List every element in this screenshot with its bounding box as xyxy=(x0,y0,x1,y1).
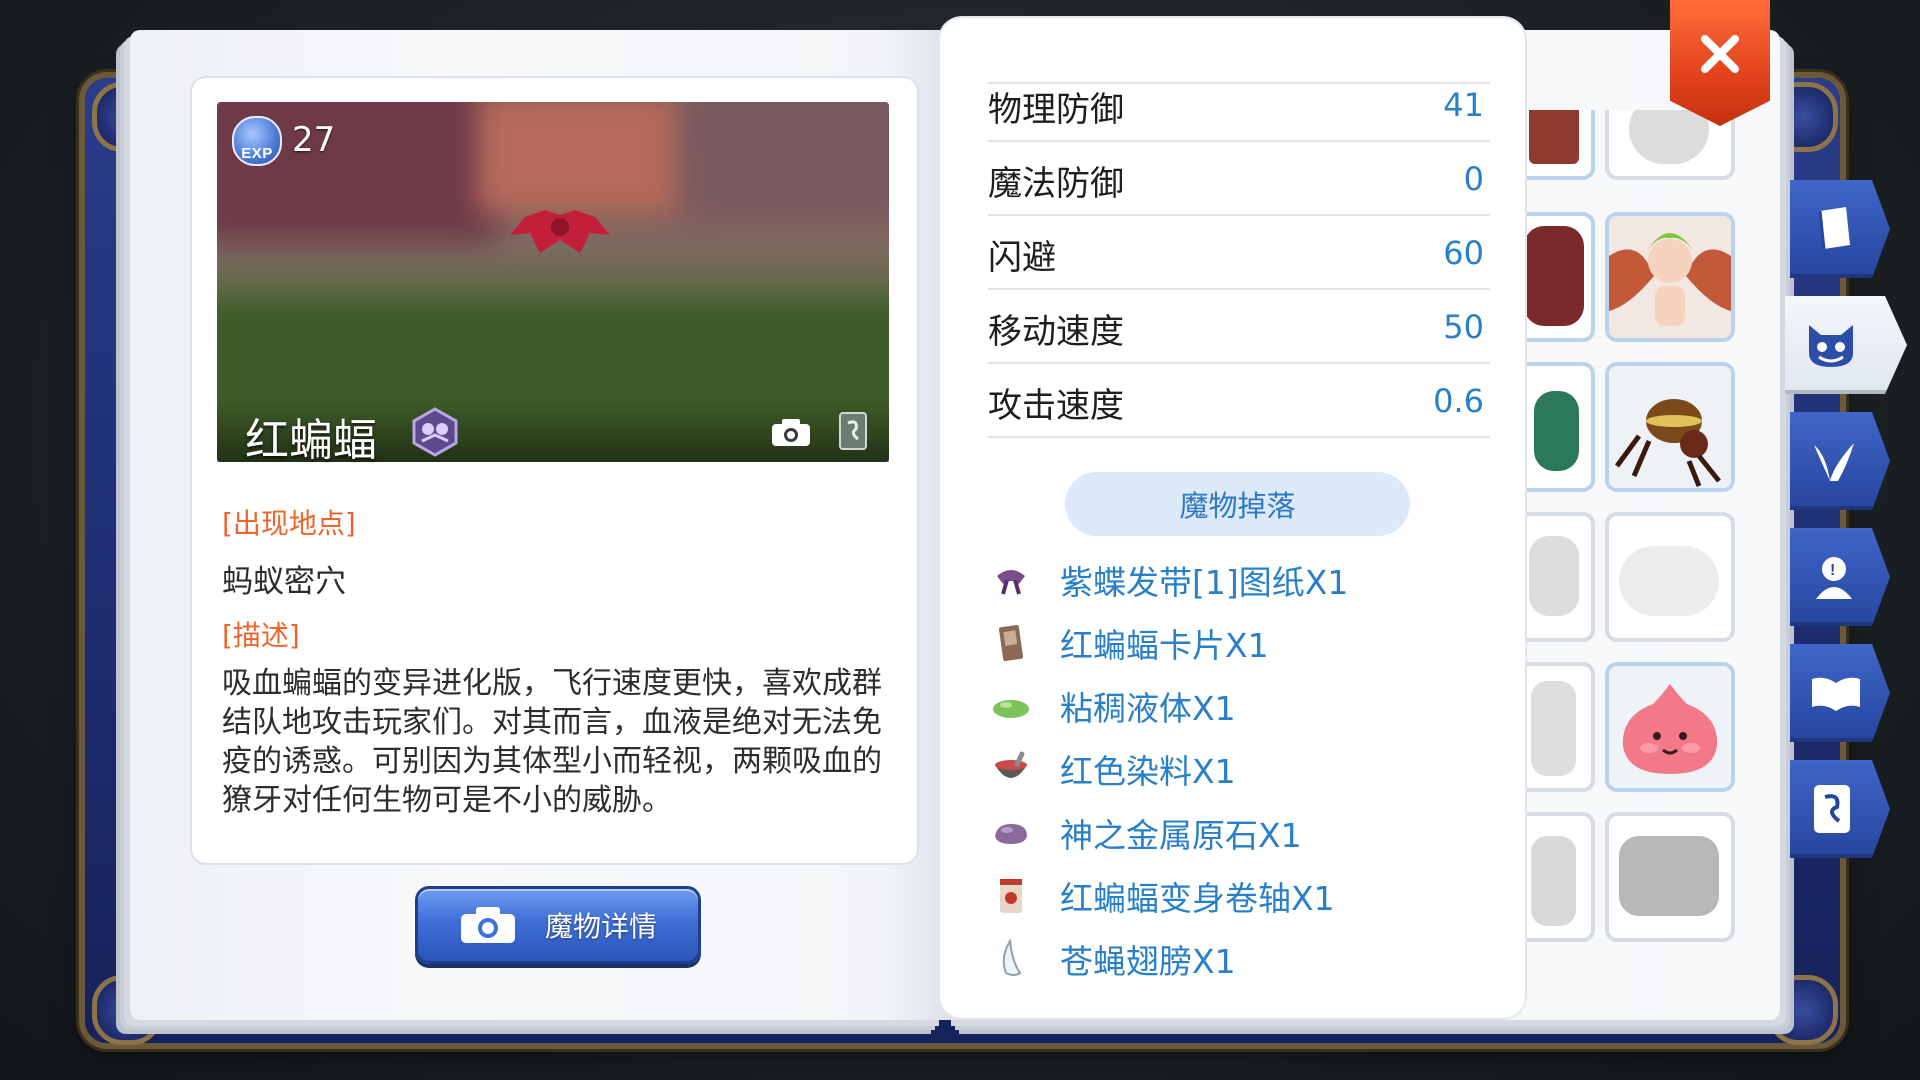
open-book-icon xyxy=(1812,677,1860,711)
close-icon xyxy=(1701,35,1739,73)
monster-tile[interactable] xyxy=(1605,512,1735,642)
stat-row: 物理防御 41 xyxy=(988,66,1490,142)
description-text: 吸血蝙蝠的变异进化版，飞行速度更快，喜欢成群结队地攻击玩家们。对其而言，血液是绝… xyxy=(222,666,882,818)
drop-item[interactable]: 苍蝇翅膀X1 xyxy=(990,931,1236,987)
monster-name: 红蝙蝠 xyxy=(245,415,377,466)
stat-name: 闪避 xyxy=(988,238,1056,278)
location-value: 蚂蚁密穴 xyxy=(222,564,346,600)
stat-value: 60 xyxy=(1443,234,1484,272)
monster-grid xyxy=(1525,110,1755,960)
slime-icon xyxy=(990,685,1032,727)
drop-item-label: 神之金属原石X1 xyxy=(1060,816,1302,855)
drop-item-label: 紫蝶发带[1]图纸X1 xyxy=(1060,563,1349,602)
stat-value: 41 xyxy=(1443,86,1484,124)
monster-tile[interactable] xyxy=(1605,362,1735,492)
monster-tile[interactable] xyxy=(1525,512,1595,642)
stat-row: 攻击速度 0.6 xyxy=(988,362,1490,438)
dye-bowl-icon xyxy=(990,748,1032,790)
drop-item-label: 粘稠液体X1 xyxy=(1060,689,1236,728)
drop-item[interactable]: 神之金属原石X1 xyxy=(990,805,1302,861)
monster-tile[interactable] xyxy=(1605,662,1735,792)
monster-tile[interactable] xyxy=(1605,212,1735,342)
svg-text:!: ! xyxy=(1830,562,1835,579)
stat-value: 0.6 xyxy=(1433,382,1484,420)
scroll-icon xyxy=(990,875,1032,917)
stat-value: 50 xyxy=(1443,308,1484,346)
monster-tile[interactable] xyxy=(1525,212,1595,342)
monster-tile[interactable] xyxy=(1525,662,1595,792)
drop-item[interactable]: 红蝙蝠卡片X1 xyxy=(990,615,1269,671)
monster-detail-button-label: 魔物详情 xyxy=(544,910,657,943)
drop-item[interactable]: 红色染料X1 xyxy=(990,741,1236,797)
stat-row: 魔法防御 0 xyxy=(988,140,1490,216)
drop-item[interactable]: 红蝙蝠变身卷轴X1 xyxy=(990,868,1335,924)
card-icon xyxy=(1814,785,1850,833)
red-bat-sprite xyxy=(510,210,610,253)
wing-icon xyxy=(990,938,1032,980)
side-tab-npc[interactable]: ! xyxy=(1790,528,1890,626)
drop-item-label: 红色染料X1 xyxy=(1060,752,1236,791)
cat-face-icon xyxy=(1809,325,1853,367)
monster-tile[interactable] xyxy=(1525,110,1595,180)
description-label: [描述] xyxy=(222,619,300,652)
drops-header: 魔物掉落 xyxy=(1065,472,1410,536)
exp-icon: EXP xyxy=(232,116,282,166)
side-tab-open-book[interactable] xyxy=(1790,644,1890,742)
drop-item-label: 红蝙蝠卡片X1 xyxy=(1060,626,1269,665)
side-tab-card[interactable] xyxy=(1790,760,1890,858)
side-tab-monster[interactable] xyxy=(1785,296,1907,394)
horns-icon xyxy=(1814,443,1854,481)
drop-item[interactable]: 紫蝶发带[1]图纸X1 xyxy=(990,552,1348,608)
book-icon xyxy=(1818,207,1850,250)
monster-detail-button[interactable]: 魔物详情 xyxy=(415,886,701,964)
stat-name: 魔法防御 xyxy=(988,164,1124,204)
close-button[interactable] xyxy=(1670,0,1770,126)
exp-value: 27 xyxy=(292,120,336,160)
ore-icon xyxy=(990,812,1032,854)
card-icon xyxy=(990,622,1032,664)
race-icon xyxy=(412,407,458,457)
monster-tile[interactable] xyxy=(1525,362,1595,492)
stat-name: 移动速度 xyxy=(988,312,1124,352)
stat-name: 攻击速度 xyxy=(988,386,1124,426)
monster-tile[interactable] xyxy=(1605,812,1735,942)
stat-value: 0 xyxy=(1463,160,1484,198)
card-icon[interactable] xyxy=(838,411,868,451)
drop-item-label: 苍蝇翅膀X1 xyxy=(1060,942,1236,981)
exp-badge-label: EXP xyxy=(241,145,273,162)
camera-icon[interactable] xyxy=(770,416,812,448)
stat-row: 闪避 60 xyxy=(988,214,1490,290)
drop-item-label: 红蝙蝠变身卷轴X1 xyxy=(1060,879,1335,918)
stat-name: 物理防御 xyxy=(988,90,1124,130)
camera-icon xyxy=(460,907,515,943)
side-tab-book[interactable] xyxy=(1790,180,1890,278)
location-label: [出现地点] xyxy=(222,507,356,540)
bust-icon: ! xyxy=(1816,557,1852,599)
monster-tile[interactable] xyxy=(1525,812,1595,942)
purple-headband-icon xyxy=(990,559,1032,601)
stat-row: 移动速度 50 xyxy=(988,288,1490,364)
drop-item[interactable]: 粘稠液体X1 xyxy=(990,678,1236,734)
side-tab-card-album[interactable] xyxy=(1790,412,1890,510)
